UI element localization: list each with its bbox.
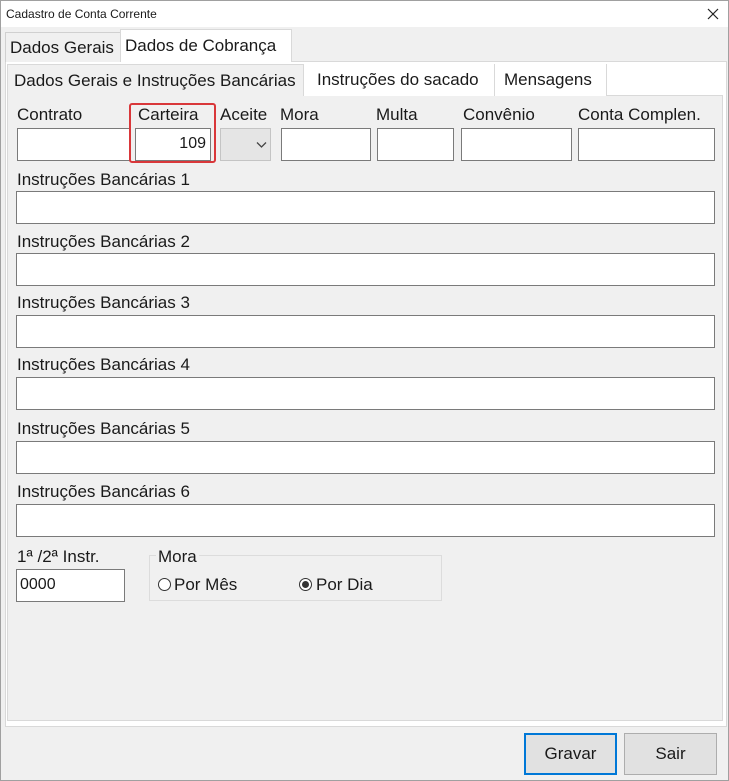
mora-field[interactable]	[281, 128, 371, 161]
aceite-select[interactable]	[220, 128, 271, 161]
title-bar: Cadastro de Conta Corrente	[1, 1, 728, 27]
instr-12-label: 1ª /2ª Instr.	[17, 547, 100, 566]
contrato-label: Contrato	[17, 105, 83, 124]
instrucao-5-field[interactable]	[16, 441, 715, 474]
close-icon	[707, 8, 719, 20]
instrucao-3-label: Instruções Bancárias 3	[17, 293, 190, 312]
instr-12-field[interactable]: 0000	[16, 569, 125, 602]
tab-label: Dados Gerais e Instruções Bancárias	[14, 70, 296, 90]
instrucao-2-field[interactable]	[16, 253, 715, 286]
mora-label: Mora	[280, 105, 319, 124]
instrucao-5-label: Instruções Bancárias 5	[17, 419, 190, 438]
exit-button-label: Sair	[655, 744, 686, 763]
conta-complen-field[interactable]	[578, 128, 715, 161]
window-title: Cadastro de Conta Corrente	[6, 7, 157, 21]
instrucao-6-field[interactable]	[16, 504, 715, 537]
exit-button[interactable]: Sair	[624, 733, 717, 775]
tab-instrucoes-sacado[interactable]: Instruções do sacado	[304, 64, 495, 96]
aceite-label: Aceite	[220, 105, 268, 124]
instrucao-1-label: Instruções Bancárias 1	[17, 170, 190, 189]
radio-button	[158, 578, 171, 591]
mora-group-title: Mora	[156, 547, 199, 567]
radio-button	[299, 578, 312, 591]
instr-12-value: 0000	[20, 576, 56, 593]
tab-label: Mensagens	[504, 70, 592, 89]
window: Cadastro de Conta Corrente Dados Gerais …	[0, 0, 729, 781]
multa-label: Multa	[376, 105, 418, 124]
radio-label: Por Dia	[316, 575, 373, 594]
instrucao-6-label: Instruções Bancárias 6	[17, 482, 190, 501]
close-button[interactable]	[698, 1, 728, 27]
radio-por-dia[interactable]: Por Dia	[299, 575, 389, 597]
tab-label: Instruções do sacado	[317, 70, 479, 89]
tab-dados-de-cobranca[interactable]: Dados de Cobrança	[120, 29, 292, 62]
save-button[interactable]: Gravar	[524, 733, 617, 775]
carteira-highlight	[129, 103, 216, 163]
chevron-down-icon	[256, 142, 267, 148]
conta-complen-label: Conta Complen.	[578, 105, 701, 124]
tab-dados-gerais[interactable]: Dados Gerais	[5, 32, 121, 62]
instrucao-4-field[interactable]	[16, 377, 715, 410]
radio-por-mes[interactable]: Por Mês	[157, 575, 252, 597]
multa-field[interactable]	[377, 128, 454, 161]
tab-label: Dados Gerais	[10, 37, 114, 57]
save-button-label: Gravar	[544, 744, 597, 763]
contrato-field[interactable]	[17, 128, 131, 161]
convenio-field[interactable]	[461, 128, 572, 161]
instrucao-4-label: Instruções Bancárias 4	[17, 355, 190, 374]
radio-label: Por Mês	[174, 575, 238, 594]
convenio-label: Convênio	[463, 105, 535, 124]
tab-dados-gerais-instrucoes[interactable]: Dados Gerais e Instruções Bancárias	[7, 64, 304, 96]
tab-label: Dados de Cobrança	[125, 36, 277, 55]
tab-mensagens[interactable]: Mensagens	[495, 64, 607, 96]
instrucao-1-field[interactable]	[16, 191, 715, 224]
instrucao-3-field[interactable]	[16, 315, 715, 348]
instrucao-2-label: Instruções Bancárias 2	[17, 232, 190, 251]
